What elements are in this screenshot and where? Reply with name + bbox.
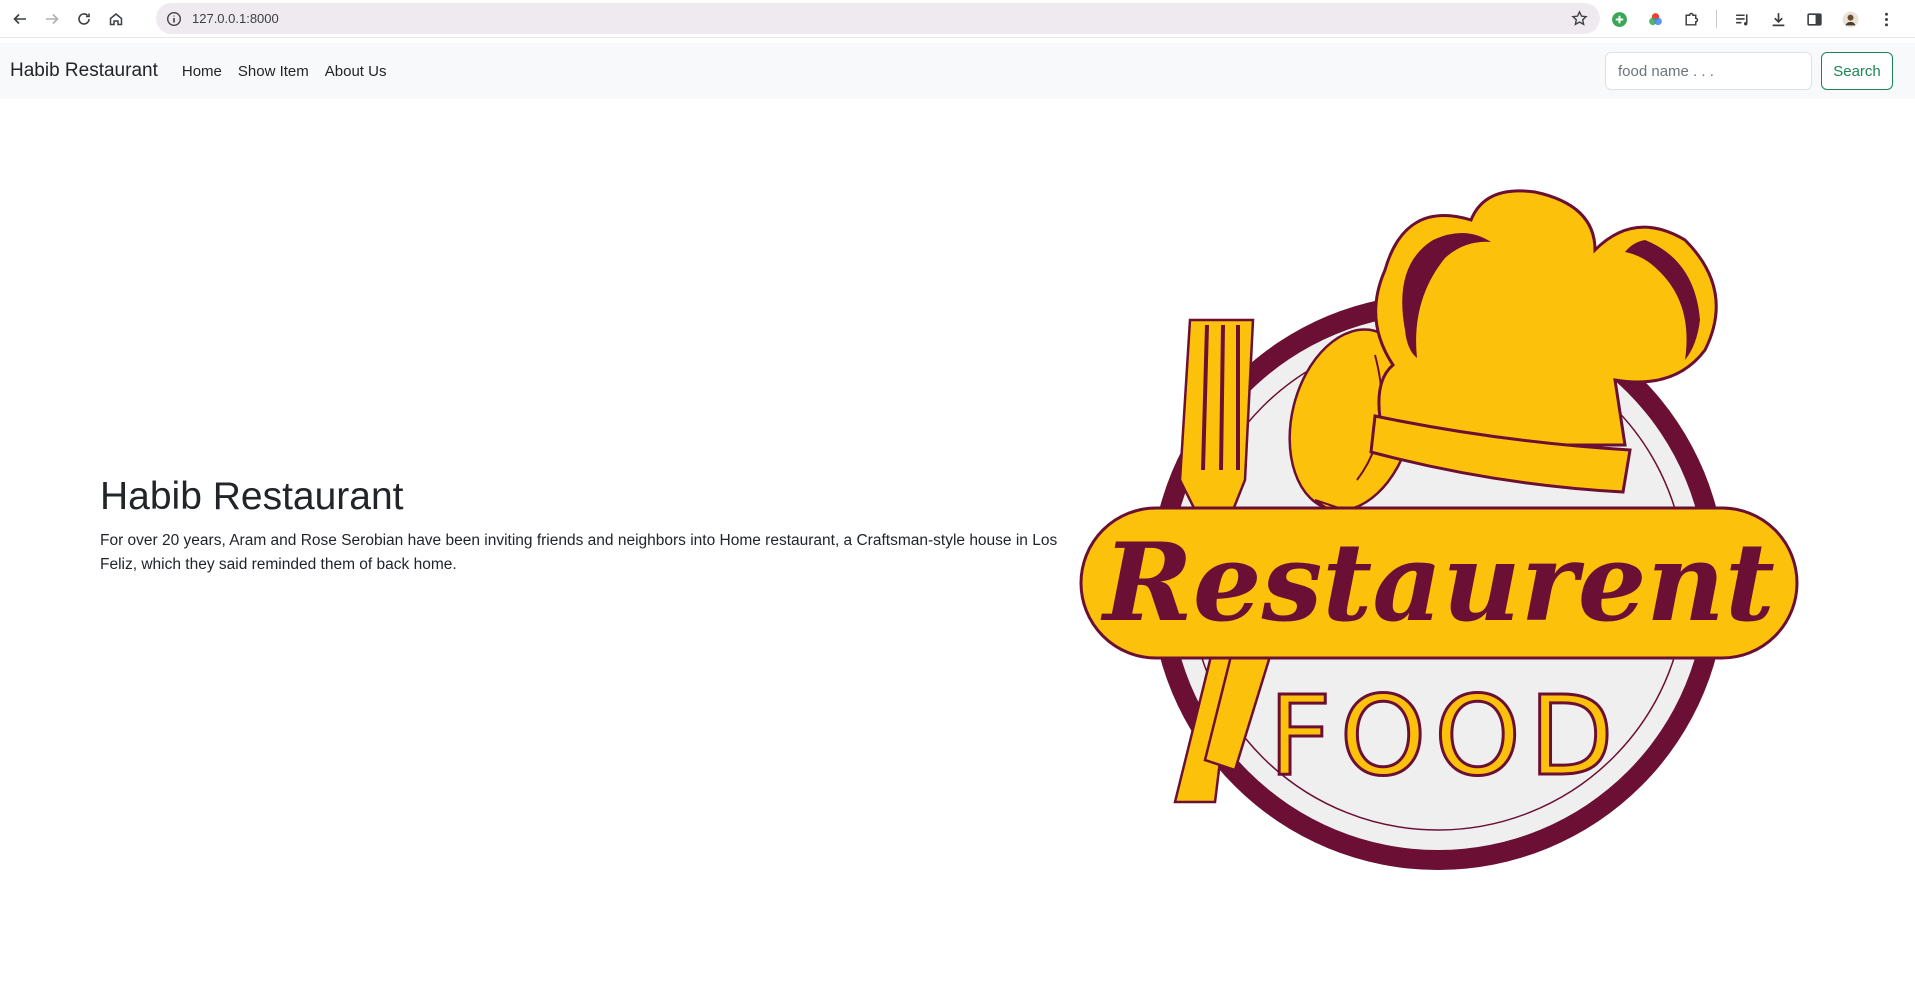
search-input[interactable] [1605,52,1812,90]
hero-section: Habib Restaurant For over 20 years, Aram… [100,474,1060,577]
profile-avatar-icon[interactable] [1839,8,1861,30]
url-text[interactable]: 127.0.0.1:8000 [192,11,279,26]
extension-color-icon[interactable] [1644,8,1666,30]
restaurant-food-logo: Restaurent FOOD [1079,189,1799,870]
menu-icon[interactable] [1875,8,1897,30]
nav-links: Home Show Item About Us [182,63,403,80]
hero-title: Habib Restaurant [100,475,404,518]
browser-toolbar: 127.0.0.1:8000 [0,0,1915,38]
logo-word-restaurent: Restaurent [1100,520,1775,646]
restaurant-banner: Restaurent [1079,506,1799,660]
hero-description: For over 20 years, Aram and Rose Serobia… [100,531,1058,573]
nav-link-show-item[interactable]: Show Item [238,63,309,80]
site-navbar: Habib Restaurant Home Show Item About Us… [0,43,1915,99]
extensions-puzzle-icon[interactable] [1680,8,1702,30]
reload-icon[interactable] [72,7,96,31]
nav-link-home[interactable]: Home [182,63,222,80]
site-info-icon[interactable] [166,11,182,27]
bookmark-star-icon[interactable] [1571,10,1588,27]
nav-link-about-us[interactable]: About Us [325,63,387,80]
logo-word-food: FOOD [1268,672,1621,800]
navbar-brand[interactable]: Habib Restaurant [10,60,158,82]
reading-list-icon[interactable] [1731,8,1753,30]
home-icon[interactable] [104,7,128,31]
extension-green-icon[interactable] [1608,8,1630,30]
download-icon[interactable] [1767,8,1789,30]
back-icon[interactable] [8,7,32,31]
toolbar-divider [1716,10,1717,28]
search-button[interactable]: Search [1821,52,1893,90]
address-bar[interactable]: 127.0.0.1:8000 [156,3,1600,34]
forward-icon[interactable] [40,7,64,31]
search-form: Search [1605,52,1893,90]
side-panel-icon[interactable] [1803,8,1825,30]
